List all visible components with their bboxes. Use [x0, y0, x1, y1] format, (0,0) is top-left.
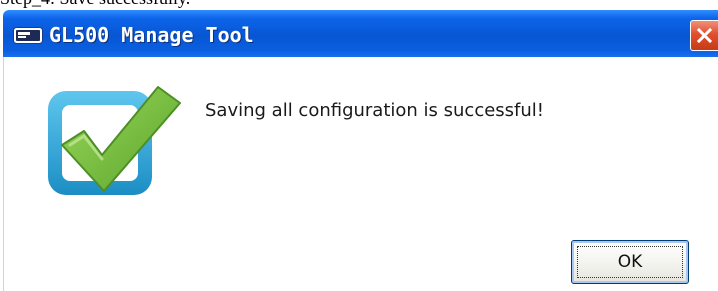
message-dialog: GL500 Manage Tool Saving all configurati… — [3, 10, 718, 291]
document-caption: Step_4: Save successfully. — [0, 0, 190, 8]
app-window-icon — [13, 27, 43, 44]
dialog-message: Saving all configuration is successful! — [205, 100, 545, 121]
dialog-body: Saving all configuration is successful! … — [3, 57, 718, 291]
page: Step_4: Save successfully. GL500 Manage … — [0, 0, 718, 291]
ok-button-label: OK — [617, 252, 643, 272]
dialog-titlebar[interactable]: GL500 Manage Tool — [3, 10, 718, 57]
dialog-title: GL500 Manage Tool — [49, 23, 254, 47]
success-checkmark-icon — [40, 79, 200, 209]
ok-button[interactable]: OK — [571, 240, 689, 284]
close-button[interactable] — [690, 20, 718, 51]
